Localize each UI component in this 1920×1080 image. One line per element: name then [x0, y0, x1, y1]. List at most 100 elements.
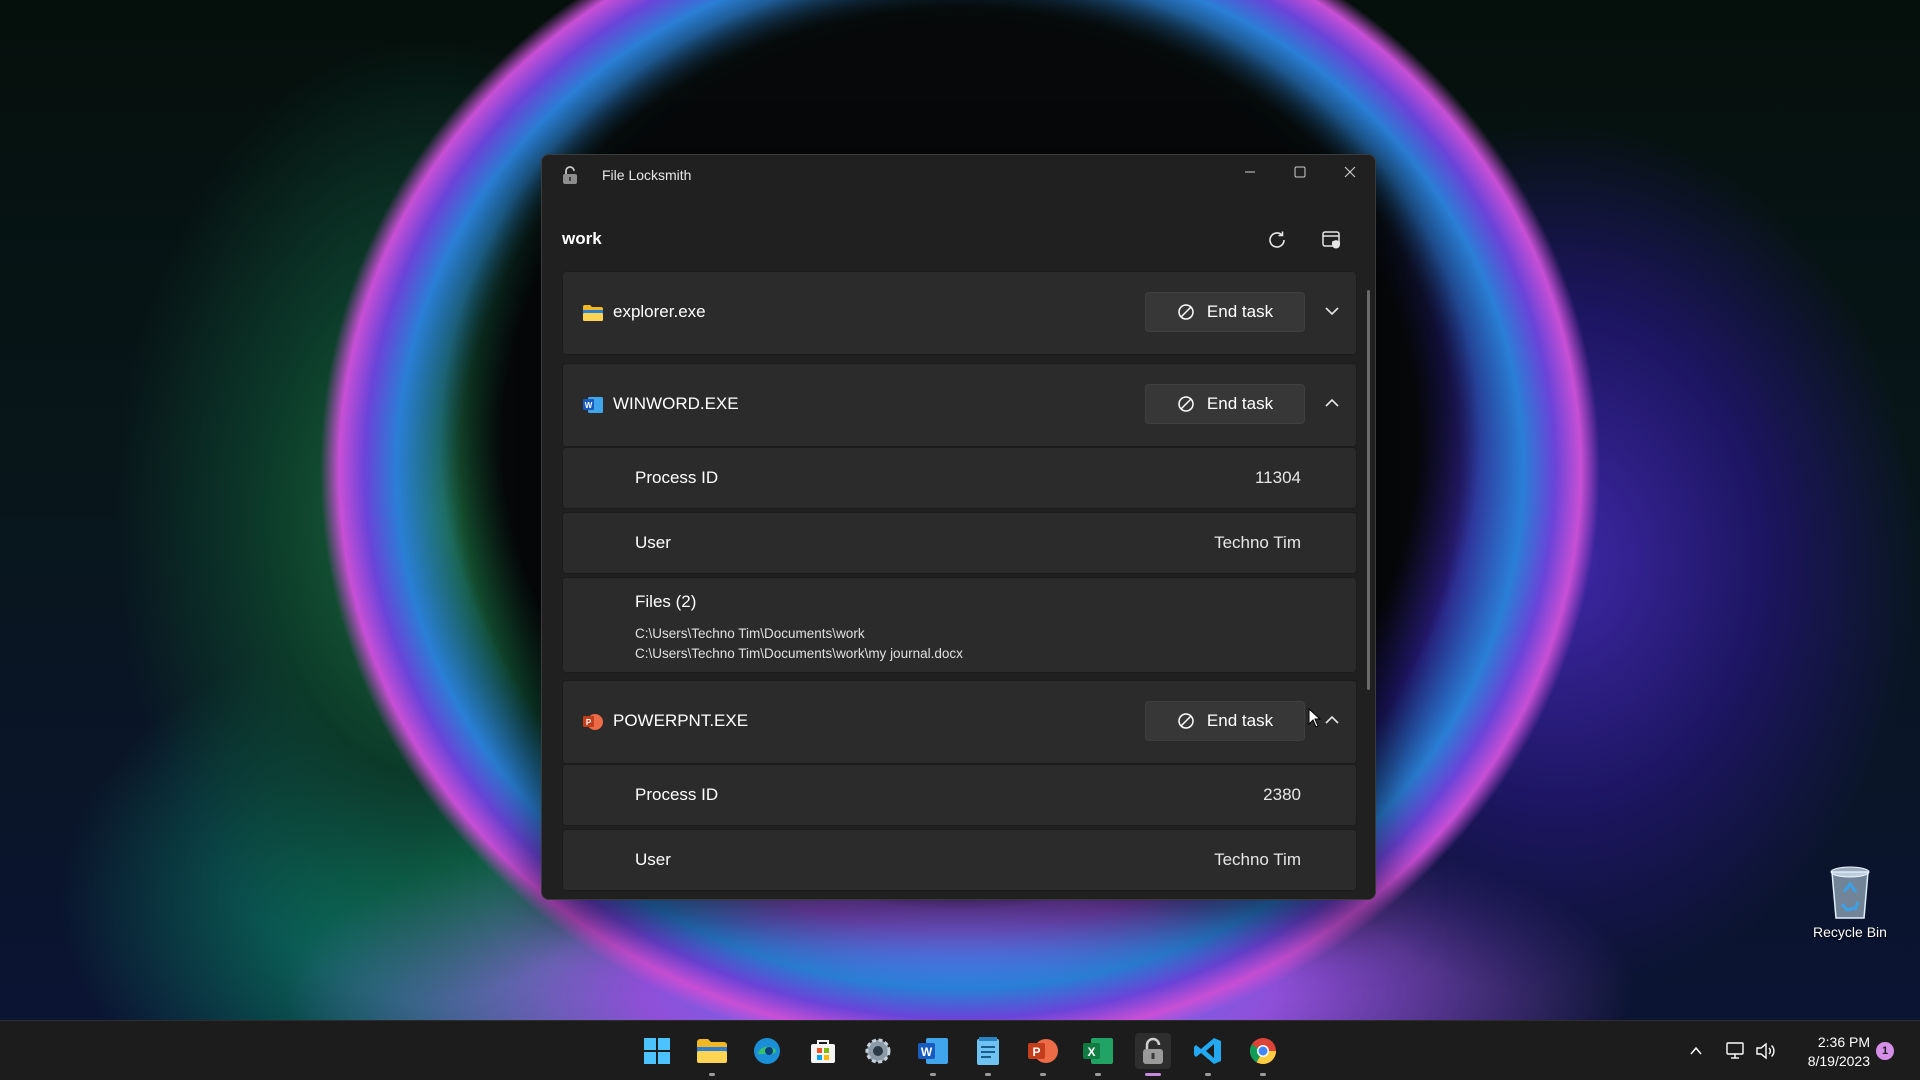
file-locksmith-window: File Locksmith work explorer.exe End tas…: [541, 154, 1376, 900]
taskbar-excel[interactable]: X: [1080, 1033, 1116, 1069]
edge-icon: [754, 1038, 780, 1064]
volume-icon: [1756, 1042, 1775, 1060]
user-row: User Techno Tim: [562, 829, 1357, 891]
settings-icon: [865, 1038, 891, 1064]
word-icon: W: [583, 397, 603, 413]
end-task-button[interactable]: End task: [1145, 701, 1305, 741]
minimize-button[interactable]: [1226, 155, 1274, 189]
block-icon: [1178, 304, 1194, 320]
notification-badge[interactable]: 1: [1876, 1042, 1894, 1060]
padlock-icon: [563, 166, 577, 184]
svg-text:W: W: [585, 401, 593, 410]
running-indicator: [1205, 1073, 1211, 1076]
end-task-label: End task: [1206, 711, 1274, 730]
notepad-icon: [977, 1037, 999, 1065]
file-locksmith-icon: [1143, 1037, 1163, 1064]
folder-icon: [583, 305, 603, 321]
block-icon: [1178, 396, 1194, 412]
svg-text:P: P: [1032, 1045, 1040, 1059]
active-indicator: [1145, 1073, 1161, 1076]
chevron-up-icon[interactable]: [1321, 709, 1343, 731]
taskbar: W P X 2:36 PM 8/19/2023 1: [0, 1020, 1920, 1080]
minimize-icon: [1245, 171, 1255, 173]
file-path[interactable]: C:\Users\Techno Tim\Documents\work\my jo…: [635, 646, 963, 661]
word-icon: W: [918, 1038, 948, 1064]
user-label: User: [635, 850, 671, 869]
taskbar-chrome[interactable]: [1245, 1033, 1281, 1069]
restart-as-admin-button[interactable]: [1315, 223, 1349, 257]
recycle-bin-icon: [1830, 866, 1870, 919]
scrollbar[interactable]: [1367, 290, 1370, 690]
running-indicator: [709, 1073, 715, 1076]
close-icon: [1344, 166, 1356, 178]
powerpoint-icon: P: [583, 714, 603, 730]
maximize-button[interactable]: [1276, 155, 1324, 189]
mouse-cursor-icon: [1308, 708, 1322, 728]
start-button[interactable]: [639, 1033, 675, 1069]
process-header-powerpnt[interactable]: P POWERPNT.EXE End task: [562, 680, 1357, 764]
end-task-button[interactable]: End task: [1145, 292, 1305, 332]
process-id-row: Process ID 2380: [562, 764, 1357, 826]
recycle-bin[interactable]: Recycle Bin: [1805, 862, 1895, 942]
volume-button[interactable]: [1754, 1039, 1778, 1063]
locked-path-title: work: [562, 229, 602, 248]
taskbar-file-locksmith[interactable]: [1135, 1033, 1171, 1069]
block-icon: [1178, 713, 1194, 729]
taskbar-notepad[interactable]: [970, 1033, 1006, 1069]
taskbar-vscode[interactable]: [1190, 1033, 1226, 1069]
running-indicator: [1040, 1073, 1046, 1076]
end-task-label: End task: [1206, 394, 1274, 413]
vscode-icon: [1194, 1038, 1221, 1064]
system-clock[interactable]: 2:36 PM 8/19/2023: [1790, 1033, 1870, 1071]
chevron-down-icon[interactable]: [1321, 300, 1343, 322]
user-row: User Techno Tim: [562, 512, 1357, 574]
close-button[interactable]: [1326, 155, 1374, 189]
taskbar-store[interactable]: [805, 1033, 841, 1069]
refresh-icon: [1269, 231, 1285, 248]
process-header-explorer[interactable]: explorer.exe End task: [562, 271, 1357, 355]
admin-shield-icon: [1322, 231, 1340, 249]
excel-icon: X: [1083, 1038, 1113, 1064]
network-icon: [1726, 1042, 1744, 1059]
taskbar-file-explorer[interactable]: [694, 1033, 730, 1069]
network-button[interactable]: [1724, 1039, 1748, 1063]
process-name: explorer.exe: [613, 302, 706, 321]
end-task-button[interactable]: End task: [1145, 384, 1305, 424]
clock-time: 2:36 PM: [1817, 1034, 1870, 1050]
maximize-icon: [1294, 166, 1306, 178]
running-indicator: [930, 1073, 936, 1076]
process-name: WINWORD.EXE: [613, 394, 739, 413]
chevron-up-icon: [1690, 1046, 1702, 1055]
user-label: User: [635, 533, 671, 552]
taskbar-word[interactable]: W: [915, 1033, 951, 1069]
process-name: POWERPNT.EXE: [613, 711, 749, 730]
recycle-bin-label: Recycle Bin: [1813, 924, 1887, 940]
taskbar-settings[interactable]: [860, 1033, 896, 1069]
user-value: Techno Tim: [1214, 850, 1301, 869]
files-label: Files (2): [635, 592, 697, 611]
chevron-up-icon[interactable]: [1321, 392, 1343, 414]
files-row: Files (2) C:\Users\Techno Tim\Documents\…: [562, 577, 1357, 673]
running-indicator: [985, 1073, 991, 1076]
svg-text:X: X: [1087, 1045, 1095, 1059]
end-task-label: End task: [1206, 302, 1274, 321]
taskbar-edge[interactable]: [749, 1033, 785, 1069]
title-bar[interactable]: File Locksmith: [542, 155, 1375, 195]
process-id-row: Process ID 11304: [562, 447, 1357, 509]
file-path[interactable]: C:\Users\Techno Tim\Documents\work: [635, 626, 865, 641]
svg-text:W: W: [921, 1045, 933, 1059]
process-id-value: 11304: [1254, 468, 1301, 487]
store-icon: [811, 1040, 835, 1063]
start-icon: [644, 1038, 670, 1064]
taskbar-powerpoint[interactable]: P: [1025, 1033, 1061, 1069]
process-header-winword[interactable]: W WINWORD.EXE End task: [562, 363, 1357, 447]
reload-button[interactable]: [1260, 223, 1294, 257]
running-indicator: [1095, 1073, 1101, 1076]
process-id-label: Process ID: [635, 468, 719, 487]
user-value: Techno Tim: [1214, 533, 1301, 552]
svg-text:P: P: [586, 718, 592, 727]
file-explorer-icon: [697, 1039, 727, 1063]
clock-date: 8/19/2023: [1807, 1053, 1870, 1069]
show-hidden-icons-button[interactable]: [1684, 1039, 1708, 1063]
running-indicator: [1260, 1073, 1266, 1076]
